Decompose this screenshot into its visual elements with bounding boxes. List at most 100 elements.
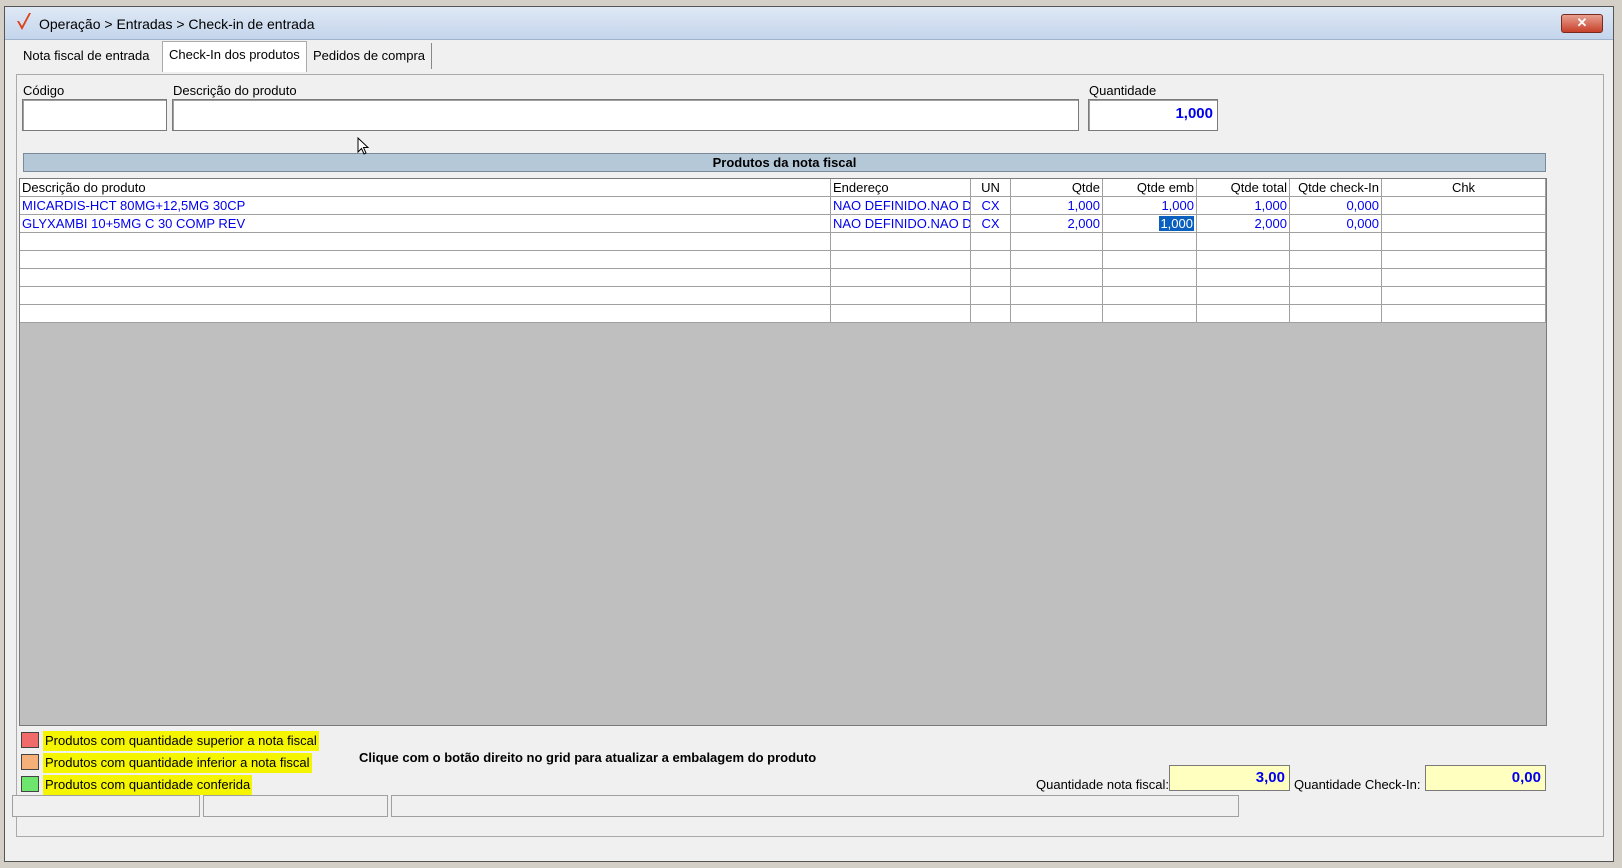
- empty-cell: [1290, 233, 1382, 250]
- grid-hint: Clique com o botão direito no grid para …: [359, 750, 817, 765]
- col-header-un[interactable]: UN: [971, 179, 1011, 196]
- status-panel: [12, 795, 200, 817]
- cell-descricao[interactable]: MICARDIS-HCT 80MG+12,5MG 30CP: [20, 197, 831, 214]
- empty-cell: [1197, 305, 1290, 322]
- title-bar: Operação > Entradas > Check-in de entrad…: [5, 7, 1613, 40]
- empty-cell: [971, 269, 1011, 286]
- empty-cell: [20, 251, 831, 268]
- empty-cell: [20, 269, 831, 286]
- empty-cell: [1382, 305, 1546, 322]
- empty-cell: [1103, 305, 1197, 322]
- empty-cell: [1290, 305, 1382, 322]
- col-header-qtde-emb[interactable]: Qtde emb: [1103, 179, 1197, 196]
- cell-endereco[interactable]: NAO DEFINIDO.NAO D: [831, 197, 971, 214]
- close-button[interactable]: ✕: [1561, 14, 1603, 33]
- cell-un[interactable]: CX: [971, 215, 1011, 232]
- tab-nota-fiscal[interactable]: Nota fiscal de entrada: [17, 43, 155, 69]
- empty-cell: [971, 287, 1011, 304]
- empty-cell: [20, 305, 831, 322]
- empty-cell: [831, 287, 971, 304]
- cell-qtde-total[interactable]: 1,000: [1197, 197, 1290, 214]
- empty-cell: [1290, 251, 1382, 268]
- empty-cell: [1382, 251, 1546, 268]
- legend-label: Produtos com quantidade superior a nota …: [43, 731, 319, 751]
- empty-cell: [1197, 233, 1290, 250]
- descricao-label: Descrição do produto: [173, 83, 297, 98]
- empty-row[interactable]: [20, 233, 1546, 251]
- cell-qtde-total[interactable]: 2,000: [1197, 215, 1290, 232]
- products-grid[interactable]: Descrição do produto Endereço UN Qtde Qt…: [19, 178, 1547, 726]
- legend-label: Produtos com quantidade conferida: [43, 775, 253, 795]
- col-header-qtde-total[interactable]: Qtde total: [1197, 179, 1290, 196]
- empty-row[interactable]: [20, 251, 1546, 269]
- empty-cell: [1011, 251, 1103, 268]
- cell-qtde-checkin[interactable]: 0,000: [1290, 197, 1382, 214]
- empty-cell: [1290, 269, 1382, 286]
- status-panel: [391, 795, 1239, 817]
- cell-qtde-emb[interactable]: 1,000: [1103, 197, 1197, 214]
- window-title: Operação > Entradas > Check-in de entrad…: [39, 16, 315, 32]
- empty-cell: [1011, 305, 1103, 322]
- cell-qtde-checkin[interactable]: 0,000: [1290, 215, 1382, 232]
- empty-cell: [1382, 233, 1546, 250]
- descricao-input[interactable]: [172, 99, 1079, 131]
- empty-row[interactable]: [20, 305, 1546, 323]
- tab-check-in[interactable]: Check-In dos produtos: [162, 41, 307, 72]
- col-header-endereco[interactable]: Endereço: [831, 179, 971, 196]
- empty-cell: [1290, 287, 1382, 304]
- empty-cell: [1197, 251, 1290, 268]
- cell-endereco[interactable]: NAO DEFINIDO.NAO D: [831, 215, 971, 232]
- empty-cell: [971, 251, 1011, 268]
- empty-cell: [831, 233, 971, 250]
- empty-cell: [971, 233, 1011, 250]
- table-row[interactable]: MICARDIS-HCT 80MG+12,5MG 30CP NAO DEFINI…: [20, 197, 1546, 215]
- cell-qtde[interactable]: 2,000: [1011, 215, 1103, 232]
- quantidade-nota-fiscal-field: 3,00: [1169, 765, 1290, 791]
- empty-cell: [1382, 269, 1546, 286]
- table-row[interactable]: GLYXAMBI 10+5MG C 30 COMP REV NAO DEFINI…: [20, 215, 1546, 233]
- col-header-descricao[interactable]: Descrição do produto: [20, 179, 831, 196]
- col-header-chk[interactable]: Chk: [1382, 179, 1546, 196]
- cell-un[interactable]: CX: [971, 197, 1011, 214]
- col-header-qtde[interactable]: Qtde: [1011, 179, 1103, 196]
- legend-label: Produtos com quantidade inferior a nota …: [43, 753, 312, 773]
- empty-cell: [1103, 287, 1197, 304]
- empty-cell: [1382, 287, 1546, 304]
- tab-pedidos-compra[interactable]: Pedidos de compra: [307, 43, 433, 69]
- check-in-panel: Código Descrição do produto Quantidade 1…: [16, 74, 1604, 837]
- empty-cell: [1103, 269, 1197, 286]
- codigo-input[interactable]: [22, 99, 167, 131]
- cell-chk[interactable]: [1382, 215, 1546, 232]
- empty-row[interactable]: [20, 269, 1546, 287]
- empty-cell: [971, 305, 1011, 322]
- mouse-cursor-icon: [357, 137, 370, 155]
- empty-cell: [1011, 269, 1103, 286]
- quantidade-checkin-field: 0,00: [1425, 765, 1546, 791]
- red-swatch-icon: [21, 732, 39, 748]
- empty-cell: [1011, 287, 1103, 304]
- cell-chk[interactable]: [1382, 197, 1546, 214]
- empty-cell: [1103, 251, 1197, 268]
- quantidade-input[interactable]: 1,000: [1088, 99, 1218, 131]
- cell-descricao[interactable]: GLYXAMBI 10+5MG C 30 COMP REV: [20, 215, 831, 232]
- quantidade-label: Quantidade: [1089, 83, 1157, 98]
- main-window: Operação > Entradas > Check-in de entrad…: [4, 6, 1614, 862]
- empty-cell: [1103, 233, 1197, 250]
- empty-cell: [831, 305, 971, 322]
- empty-row[interactable]: [20, 287, 1546, 305]
- green-swatch-icon: [21, 776, 39, 792]
- orange-swatch-icon: [21, 754, 39, 770]
- cell-qtde-emb-editing[interactable]: 1,000: [1103, 215, 1197, 232]
- empty-cell: [1011, 233, 1103, 250]
- empty-cell: [831, 251, 971, 268]
- grid-header: Descrição do produto Endereço UN Qtde Qt…: [20, 179, 1546, 197]
- col-header-qtde-checkin[interactable]: Qtde check-In: [1290, 179, 1382, 196]
- grid-title: Produtos da nota fiscal: [23, 153, 1546, 172]
- quantidade-checkin-label: Quantidade Check-In:: [1294, 777, 1421, 792]
- selected-value[interactable]: 1,000: [1159, 216, 1194, 231]
- empty-cell: [831, 269, 971, 286]
- empty-cell: [20, 287, 831, 304]
- cell-qtde[interactable]: 1,000: [1011, 197, 1103, 214]
- status-panel: [203, 795, 388, 817]
- empty-cell: [1197, 269, 1290, 286]
